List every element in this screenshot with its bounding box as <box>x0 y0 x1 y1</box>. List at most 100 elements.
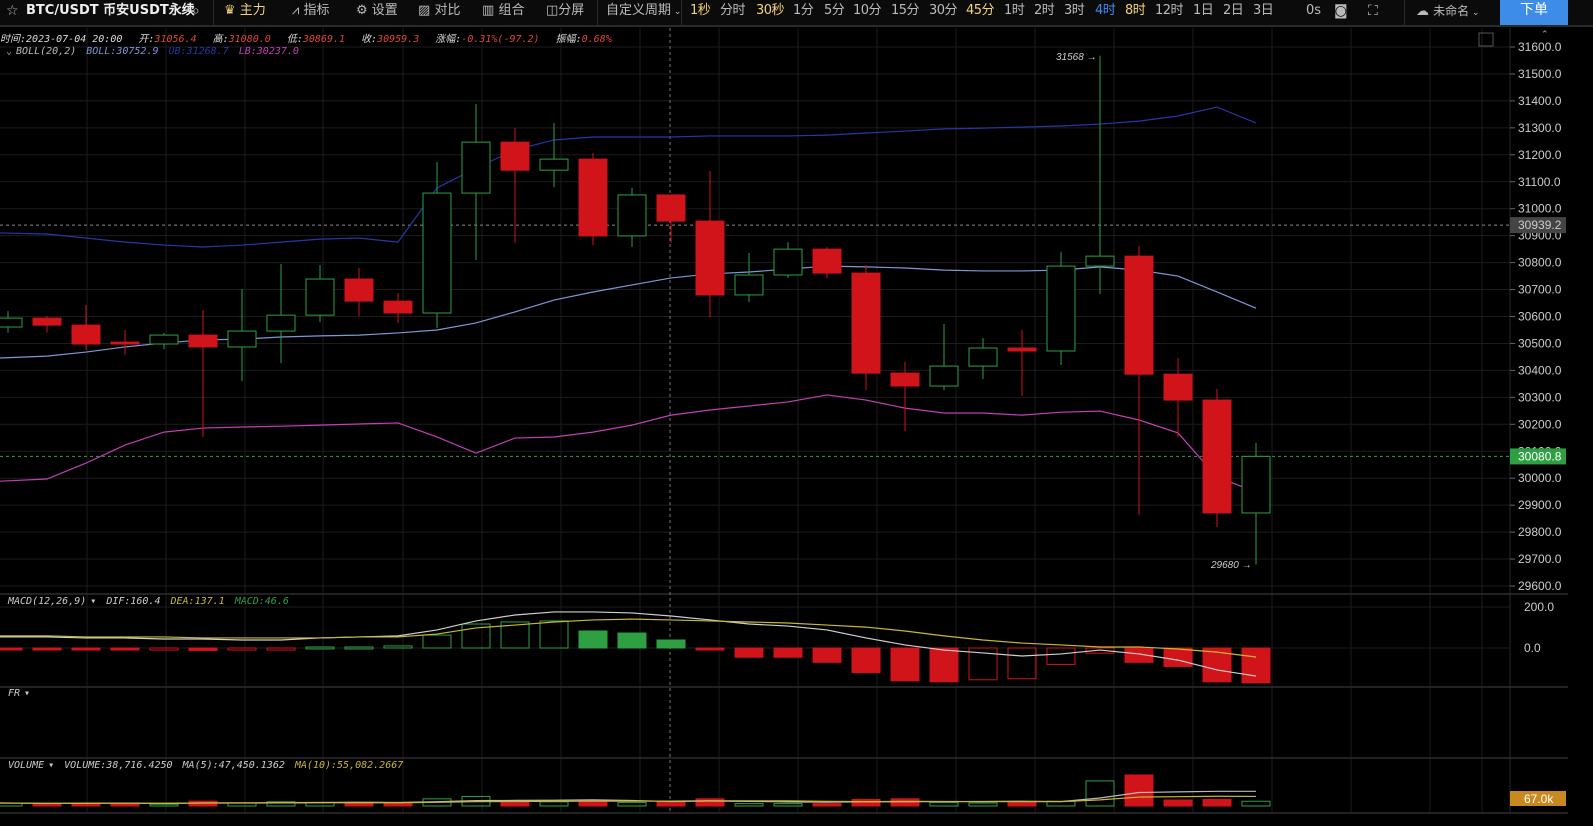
amplitude-value: 0.68% <box>581 34 612 45</box>
macd-tick-label: 0.0 <box>1524 641 1541 655</box>
macd-bar <box>188 647 218 651</box>
price-tick-label: 31500.0 <box>1518 67 1562 81</box>
candle <box>422 162 452 329</box>
volume-bar <box>1007 801 1037 807</box>
price-tick-label: 29800.0 <box>1518 525 1562 539</box>
macd-bar <box>929 647 959 683</box>
candle <box>734 252 764 302</box>
boll-legend[interactable]: ⌄ BOLL(20,2) BOLL:30752.9 UB:31268.7 LB:3023… <box>6 46 309 57</box>
macd-value: MACD:46.6 <box>234 596 289 607</box>
high-value: 31080.0 <box>228 34 271 45</box>
candle-body <box>812 248 842 274</box>
caret-down-icon[interactable]: ▾ <box>90 596 96 607</box>
macd-bar <box>266 647 296 651</box>
volume-value: VOLUME:38,716.4250 <box>64 760 173 771</box>
price-tick-label: 31000.0 <box>1518 202 1562 216</box>
close-value: 30959.3 <box>377 34 420 45</box>
macd-bar <box>734 647 764 658</box>
candle <box>149 332 179 350</box>
candle <box>695 170 725 318</box>
volume-bar <box>1085 780 1115 807</box>
candle-body <box>1163 373 1193 401</box>
volume-bar <box>1202 798 1232 807</box>
candle-body <box>695 220 725 296</box>
candle-body <box>851 272 881 374</box>
candle-body <box>149 334 179 345</box>
candle-body <box>656 194 686 222</box>
volume-bar <box>149 803 179 807</box>
volume-legend[interactable]: VOLUME ▾ VOLUME:38,716.4250 MA(5):47,450.13… <box>8 760 413 771</box>
price-tick-label: 30600.0 <box>1518 310 1562 324</box>
boll-name: BOLL(20,2) <box>16 46 77 57</box>
candle-body <box>890 372 920 387</box>
candle <box>812 246 842 278</box>
candle <box>1085 55 1115 295</box>
last-price-label: 30080.8 <box>1518 449 1562 463</box>
chevron-down-icon[interactable]: ⌄ <box>6 46 12 57</box>
max-price-label: 31568 → <box>1056 52 1097 63</box>
price-tick-label: 31300.0 <box>1518 121 1562 135</box>
price-tick-label: 30400.0 <box>1518 363 1562 377</box>
volume-bar <box>968 802 998 807</box>
ub-value: UB:31268.7 <box>168 46 229 57</box>
volume-bar <box>1241 800 1271 807</box>
macd-bar <box>149 647 179 651</box>
dea-value: DEA:137.1 <box>170 596 225 607</box>
low-value: 30869.1 <box>302 34 346 45</box>
macd-bar <box>539 620 569 649</box>
volume-ma10-value: MA(10):55,082.2667 <box>294 760 404 771</box>
price-tick-label: 30200.0 <box>1518 417 1562 431</box>
candle-body <box>344 278 374 302</box>
volume-bar <box>617 801 647 807</box>
candle-body <box>422 192 452 314</box>
caret-down-icon[interactable]: ▾ <box>48 760 54 771</box>
close-label: 收: <box>361 34 378 45</box>
kline-chart[interactable]: 31600.0 31500.0 31400.0 31300.0 31200.0 31100… <box>0 0 1593 826</box>
macd-bar <box>1163 647 1193 667</box>
candle-body <box>1085 255 1115 267</box>
change-label: 涨幅: <box>435 34 462 45</box>
macd-bar <box>617 632 647 649</box>
macd-bar <box>383 645 413 649</box>
volume-bar <box>1124 774 1154 807</box>
candle-body <box>305 278 335 316</box>
macd-bar <box>1046 647 1076 665</box>
candle <box>500 128 530 243</box>
macd-bar <box>812 647 842 663</box>
candle-body <box>188 334 218 348</box>
candle <box>968 338 998 380</box>
price-tick-label: 30800.0 <box>1518 256 1562 270</box>
fr-legend[interactable]: FR ▾ <box>8 688 40 699</box>
volume-bar <box>539 801 569 807</box>
macd-legend[interactable]: MACD(12,26,9) ▾ DIF:160.4 DEA:137.1 MACD:46.… <box>8 596 299 607</box>
candle-body <box>617 194 647 237</box>
ohlc-info-row: 时间:2023-07-04 20:00 开:31056.4 高:31080.0 … <box>0 30 622 45</box>
candle-body <box>266 314 296 332</box>
price-tick-label: 31400.0 <box>1518 94 1562 108</box>
change-value: -0.31%(-97.2) <box>461 34 540 45</box>
macd-bar <box>773 647 803 658</box>
candle <box>578 152 608 246</box>
macd-bar <box>422 634 452 649</box>
macd-bar <box>227 647 257 651</box>
dif-value: DIF:160.4 <box>106 596 161 607</box>
price-tick-label: 30000.0 <box>1518 471 1562 485</box>
macd-bar <box>1007 647 1037 680</box>
candle <box>1007 329 1037 397</box>
price-tick-label: 29900.0 <box>1518 498 1562 512</box>
macd-bar <box>656 639 686 649</box>
candle <box>890 362 920 432</box>
candle-body <box>227 330 257 348</box>
macd-bar <box>1241 647 1271 684</box>
candle <box>617 187 647 247</box>
caret-down-icon[interactable]: ▾ <box>24 688 30 699</box>
candle-body <box>383 300 413 314</box>
candle-body <box>461 141 491 194</box>
price-tick-label: 29600.0 <box>1518 579 1562 593</box>
candle <box>851 265 881 391</box>
macd-bar <box>0 647 23 651</box>
candle <box>1241 442 1271 565</box>
volume-bar <box>734 803 764 807</box>
candle-body <box>71 324 101 345</box>
macd-bar <box>851 647 881 674</box>
